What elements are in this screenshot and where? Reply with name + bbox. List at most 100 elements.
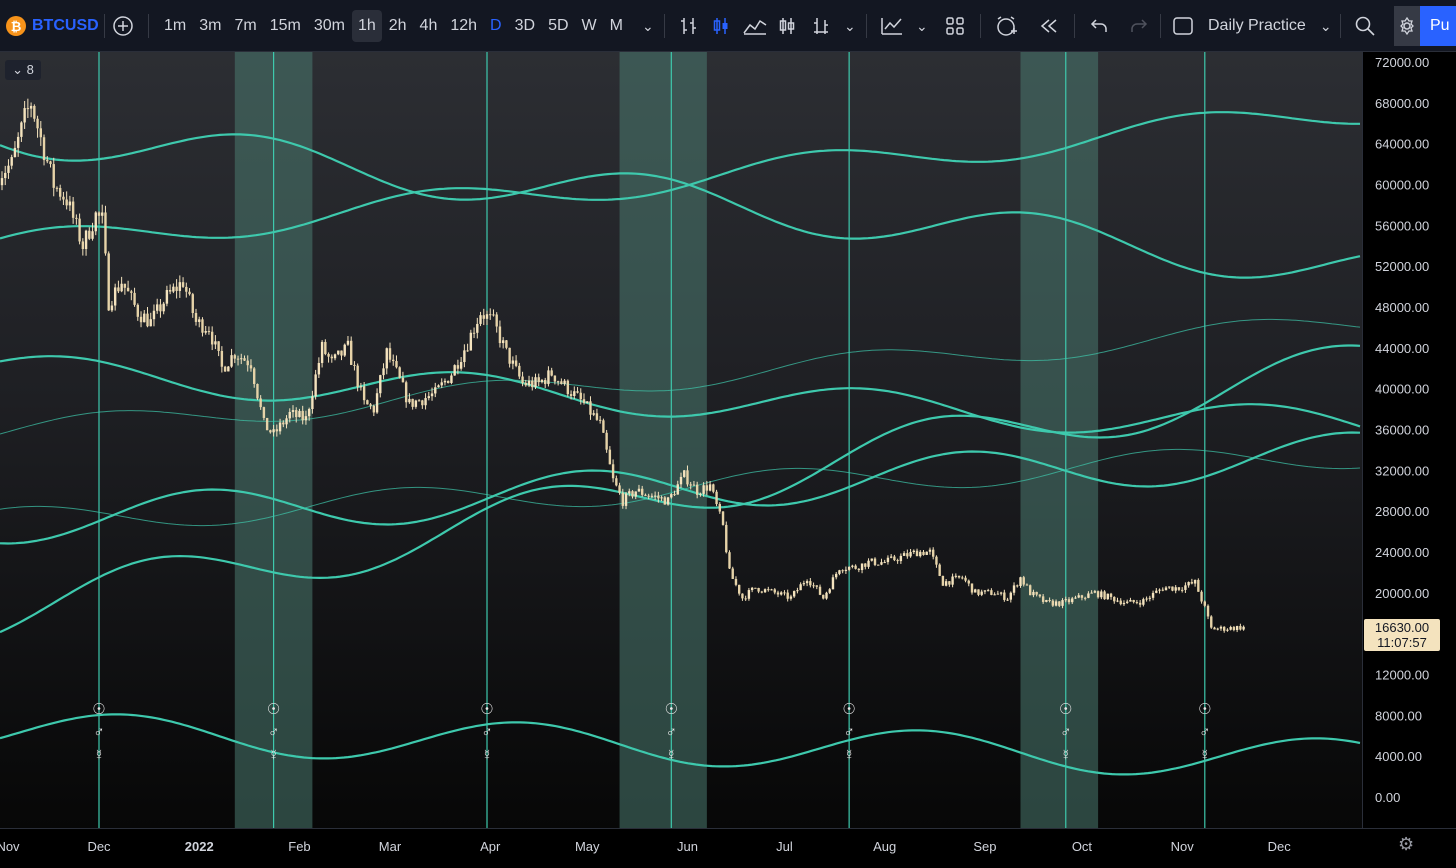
timeframe-5d[interactable]: 5D: [542, 10, 574, 42]
indicators-button[interactable]: [880, 0, 904, 52]
candle-body: [977, 589, 980, 595]
snapshot-button[interactable]: [1394, 6, 1420, 46]
candle-body: [295, 410, 298, 418]
candle-body: [175, 286, 178, 291]
candle-body: [948, 581, 951, 585]
timeframe-d[interactable]: D: [484, 10, 508, 42]
timeframe-4h[interactable]: 4h: [414, 10, 444, 42]
timeframe-7m[interactable]: 7m: [228, 10, 262, 42]
timeframe-12h[interactable]: 12h: [444, 10, 483, 42]
candle-body: [1168, 586, 1171, 588]
timeframe-dropdown-button[interactable]: ⌄: [642, 0, 654, 52]
price-scale[interactable]: 72000.00 68000.00 64000.00 60000.00 56000.00…: [1362, 52, 1456, 828]
timeframe-w[interactable]: W: [576, 10, 603, 42]
candle-body: [330, 356, 333, 359]
bitcoin-icon: ₿: [6, 16, 26, 36]
hollow-candles-button[interactable]: [776, 0, 798, 52]
candle-body: [1155, 590, 1158, 593]
candle-body: [1197, 579, 1200, 592]
area-style-button[interactable]: [742, 0, 768, 52]
undo-icon: [1090, 19, 1107, 32]
chart-pane[interactable]: ☉ ♂ ☿ ☉ ♂ ☿ ☉ ♂ ☿ ☉ ♂ ☿ ☉ ♂ ☿ ☉ ♂ ☿ ☉ ♂ ☿: [0, 52, 1362, 828]
candle-body: [521, 376, 524, 384]
legend-collapse-button[interactable]: ⌄ 8: [5, 60, 41, 80]
hollow-candles-icon: [779, 18, 795, 34]
timeframe-m[interactable]: M: [604, 10, 629, 42]
price-tick-label: 24000.00: [1375, 545, 1429, 560]
candles-button[interactable]: [710, 0, 732, 52]
indicators-dropdown-button[interactable]: ⌄: [916, 0, 928, 52]
event-glyph: ☉: [92, 701, 105, 718]
bar-style-button[interactable]: [678, 0, 700, 52]
candle-body: [350, 340, 353, 365]
undo-button[interactable]: [1088, 0, 1110, 52]
highlight-band-2: [619, 52, 707, 828]
price-tick-label: 8000.00: [1375, 708, 1422, 723]
candle-body: [382, 368, 385, 376]
toolbar-divider: [1160, 14, 1161, 38]
candle-body: [1067, 599, 1071, 603]
layout-name-button[interactable]: Daily Practice ⌄: [1172, 0, 1332, 52]
candle-body: [501, 340, 505, 344]
candle-body: [1229, 627, 1232, 630]
candle-body: [854, 565, 857, 569]
candle-body: [1206, 605, 1210, 617]
candle-body: [146, 313, 149, 327]
redo-button[interactable]: [1128, 0, 1150, 52]
candle-body: [337, 350, 340, 355]
layout-button[interactable]: [944, 0, 966, 52]
candle-body: [249, 365, 253, 369]
candle-body: [65, 199, 68, 206]
symbol-search[interactable]: ₿ BTCUSD: [6, 0, 99, 52]
candle-body: [721, 511, 725, 525]
candle-body: [728, 552, 731, 569]
candle-body: [993, 594, 996, 596]
time-scale[interactable]: Nov Dec 2022 Feb Mar Apr May Jun Jul Aug Sep Oct Nov…: [0, 828, 1456, 863]
timeframe-1m[interactable]: 1m: [158, 10, 192, 42]
candle-body: [1012, 585, 1016, 593]
candle-body: [1161, 589, 1164, 591]
candle-body: [996, 593, 1000, 595]
timeframe-15m[interactable]: 15m: [264, 10, 307, 42]
heikin-ashi-button[interactable]: [810, 0, 832, 52]
candle-body: [1077, 595, 1080, 598]
candle-body: [686, 470, 689, 485]
alert-button[interactable]: [994, 0, 1020, 52]
toolbar-divider: [664, 14, 665, 38]
publish-button[interactable]: Pu: [1420, 6, 1456, 46]
candle-body: [738, 584, 741, 594]
search-button[interactable]: [1354, 0, 1376, 52]
price-tick-label: 28000.00: [1375, 504, 1429, 519]
candle-body: [1106, 593, 1109, 600]
candle-body: [825, 592, 828, 599]
candle-body: [805, 581, 809, 584]
candle-body: [1022, 577, 1025, 585]
chart-settings-gear-icon[interactable]: ⚙: [1398, 834, 1414, 855]
candle-body: [802, 583, 806, 585]
event-glyph: ♂: [1199, 724, 1210, 741]
timeframe-3m[interactable]: 3m: [193, 10, 227, 42]
chart-type-dropdown-button[interactable]: ⌄: [844, 0, 856, 52]
candle-body: [214, 341, 217, 345]
candle-body: [236, 358, 240, 360]
symbol-name[interactable]: BTCUSD: [32, 17, 99, 35]
timeframe-1h[interactable]: 1h: [351, 10, 382, 42]
timeframe-3d[interactable]: 3D: [509, 10, 541, 42]
candle-body: [304, 416, 308, 421]
replay-button[interactable]: [1038, 0, 1060, 52]
chart-canvas[interactable]: ☉ ♂ ☿ ☉ ♂ ☿ ☉ ♂ ☿ ☉ ♂ ☿ ☉ ♂ ☿ ☉ ♂ ☿ ☉ ♂ ☿: [0, 52, 1362, 828]
event-glyph: ♂: [93, 724, 104, 741]
candle-body: [181, 282, 185, 287]
candle-body: [1145, 598, 1148, 600]
candle-body: [16, 136, 20, 148]
candle-body: [1035, 591, 1038, 595]
candle-body: [615, 478, 618, 486]
timeframe-2h[interactable]: 2h: [383, 10, 413, 42]
candle-body: [531, 380, 534, 388]
add-symbol-button[interactable]: [112, 0, 134, 52]
candle-body: [773, 589, 776, 593]
event-glyph: ☿: [481, 747, 492, 764]
candle-body: [424, 398, 427, 406]
timeframe-30m[interactable]: 30m: [308, 10, 351, 42]
candle-body: [1051, 600, 1055, 606]
